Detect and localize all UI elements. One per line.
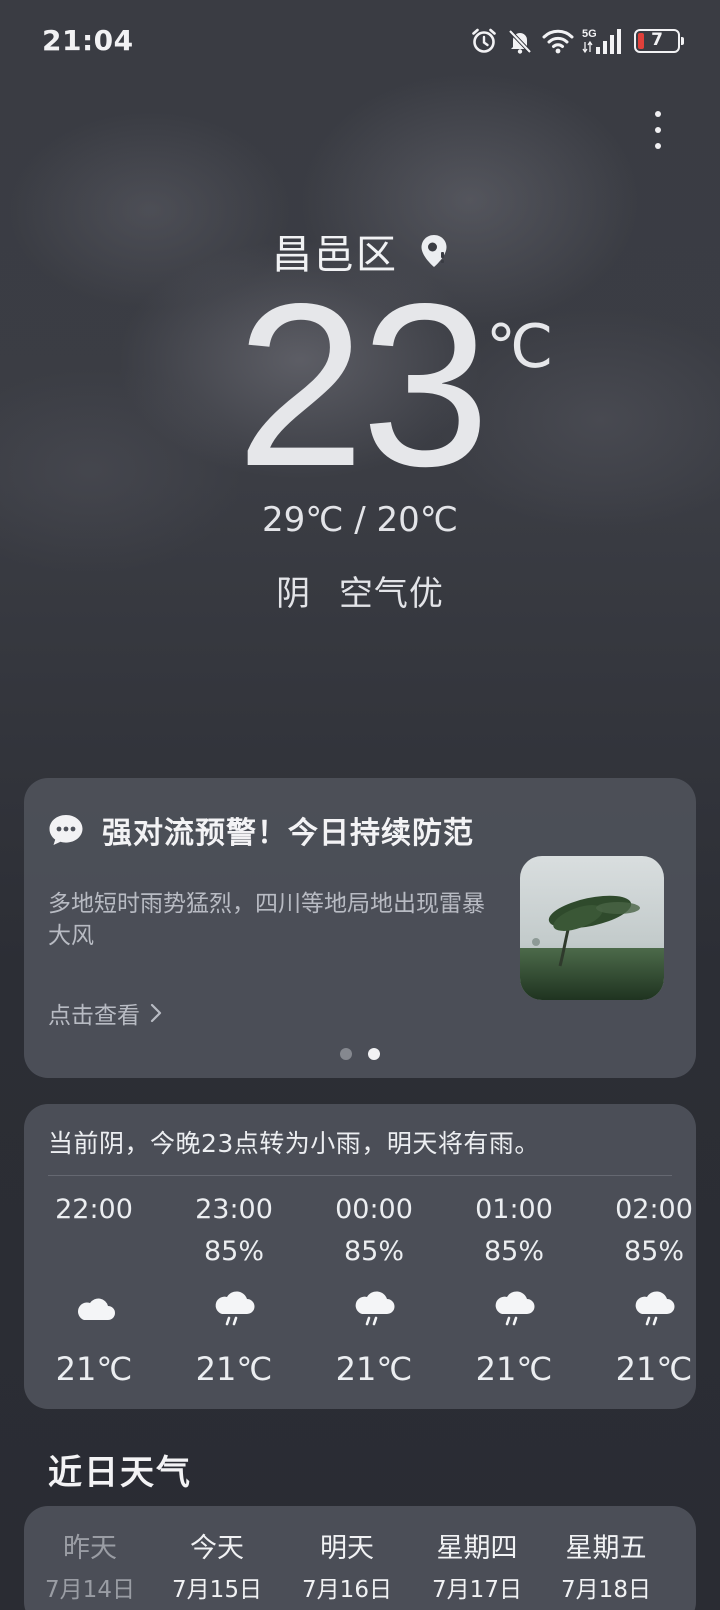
hour-time: 22:00 bbox=[55, 1194, 133, 1225]
day-item[interactable]: 今天 7月15日 bbox=[157, 1526, 277, 1604]
day-name: 昨天 bbox=[63, 1533, 117, 1564]
status-time: 21:04 bbox=[42, 24, 134, 57]
day-date: 7月17日 bbox=[432, 1577, 522, 1603]
hourly-forecast-card[interactable]: 当前阴，今晚23点转为小雨，明天将有雨。 22:00 21℃ 23:00 85%… bbox=[24, 1104, 696, 1409]
carousel-dot[interactable] bbox=[340, 1048, 352, 1060]
weather-alert-card[interactable]: 强对流预警！今日持续防范 多地短时雨势猛烈，四川等地局地出现雷暴大风 点击查看 bbox=[24, 778, 696, 1078]
hour-time: 02:00 bbox=[615, 1194, 693, 1225]
wifi-icon bbox=[542, 29, 574, 54]
alarm-icon bbox=[472, 28, 496, 53]
precip-probability: 85% bbox=[343, 1236, 404, 1267]
alert-description: 多地短时雨势猛烈，四川等地局地出现雷暴大风 bbox=[48, 891, 485, 949]
cloud-icon bbox=[77, 1298, 115, 1320]
condition-text: 阴 bbox=[276, 574, 312, 614]
light-rain-icon bbox=[215, 1291, 255, 1326]
high-low-temperature: 29℃ / 20℃ bbox=[262, 500, 458, 540]
alert-title-row: 强对流预警！今日持续防范 bbox=[48, 808, 474, 852]
hour-time: 23:00 bbox=[195, 1194, 273, 1225]
hour-temperature: 21℃ bbox=[195, 1350, 273, 1388]
precip-probability: 85% bbox=[203, 1236, 264, 1267]
more-options-icon[interactable] bbox=[646, 108, 670, 152]
hourly-list[interactable]: 22:00 21℃ 23:00 85% 21℃ 00:00 85% 21℃ 01… bbox=[24, 1188, 696, 1398]
divider bbox=[48, 1175, 672, 1176]
forecast-summary: 当前阴，今晚23点转为小雨，明天将有雨。 bbox=[48, 1129, 540, 1158]
hour-temperature: 21℃ bbox=[335, 1350, 413, 1388]
day-name: 明天 bbox=[320, 1533, 374, 1564]
hour-temperature: 21℃ bbox=[55, 1350, 133, 1388]
view-details-link[interactable]: 点击查看 bbox=[48, 996, 162, 1030]
precip-probability: 85% bbox=[623, 1236, 684, 1267]
carousel-indicator bbox=[24, 1048, 696, 1060]
hourly-item: 00:00 85% 21℃ bbox=[319, 1188, 429, 1398]
current-temperature: 23 bbox=[236, 256, 490, 515]
recent-weather-title: 近日天气 bbox=[48, 1453, 192, 1493]
light-rain-icon bbox=[355, 1291, 395, 1326]
network-label: 5G bbox=[582, 28, 597, 40]
day-item[interactable]: 昨天 7月14日 bbox=[30, 1526, 150, 1604]
hourly-item: 02:00 85% 21℃ bbox=[599, 1188, 696, 1398]
windblown-tree-image[interactable] bbox=[520, 856, 664, 1000]
hour-temperature: 21℃ bbox=[475, 1350, 553, 1388]
light-rain-icon bbox=[495, 1291, 535, 1326]
view-details-label: 点击查看 bbox=[48, 1003, 140, 1029]
hourly-item: 23:00 85% 21℃ bbox=[179, 1188, 289, 1398]
status-icons: 5G 7 bbox=[470, 24, 684, 58]
weather-condition: 阴 空气优 bbox=[0, 566, 720, 615]
chevron-right-icon bbox=[150, 1003, 162, 1023]
carousel-dot-active[interactable] bbox=[368, 1048, 380, 1060]
day-date: 7月14日 bbox=[45, 1577, 135, 1603]
hourly-item: 22:00 21℃ bbox=[39, 1188, 149, 1398]
hourly-item: 01:00 85% 21℃ bbox=[459, 1188, 569, 1398]
status-bar: 21:04 5G 7 bbox=[0, 0, 720, 84]
day-item[interactable]: 星期四 7月17日 bbox=[417, 1526, 537, 1604]
day-date: 7月15日 bbox=[172, 1577, 262, 1603]
temperature-unit: ℃ bbox=[486, 312, 554, 382]
air-quality-text: 空气优 bbox=[338, 574, 444, 614]
alert-title: 强对流预警！今日持续防范 bbox=[102, 816, 474, 851]
daily-forecast-card[interactable]: 昨天 7月14日 今天 7月15日 明天 7月16日 星期四 7月17日 星期五… bbox=[24, 1506, 696, 1610]
day-item[interactable]: 星期五 7月18日 bbox=[546, 1526, 666, 1604]
day-name: 星期四 bbox=[436, 1533, 518, 1564]
hour-temperature: 21℃ bbox=[615, 1350, 693, 1388]
hour-time: 01:00 bbox=[475, 1194, 553, 1225]
day-name: 今天 bbox=[190, 1533, 244, 1564]
day-date: 7月16日 bbox=[302, 1577, 392, 1603]
day-date: 7月18日 bbox=[561, 1577, 651, 1603]
hour-time: 00:00 bbox=[335, 1194, 413, 1225]
day-name: 星期五 bbox=[565, 1533, 647, 1564]
battery-icon: 7 bbox=[634, 29, 684, 53]
silent-bell-icon bbox=[508, 29, 532, 54]
chat-bubble-icon bbox=[49, 815, 83, 845]
battery-percent: 7 bbox=[651, 30, 663, 50]
precip-probability: 85% bbox=[483, 1236, 544, 1267]
signal-icon: 5G bbox=[582, 28, 621, 54]
day-item[interactable]: 明天 7月16日 bbox=[287, 1526, 407, 1604]
light-rain-icon bbox=[635, 1291, 675, 1326]
